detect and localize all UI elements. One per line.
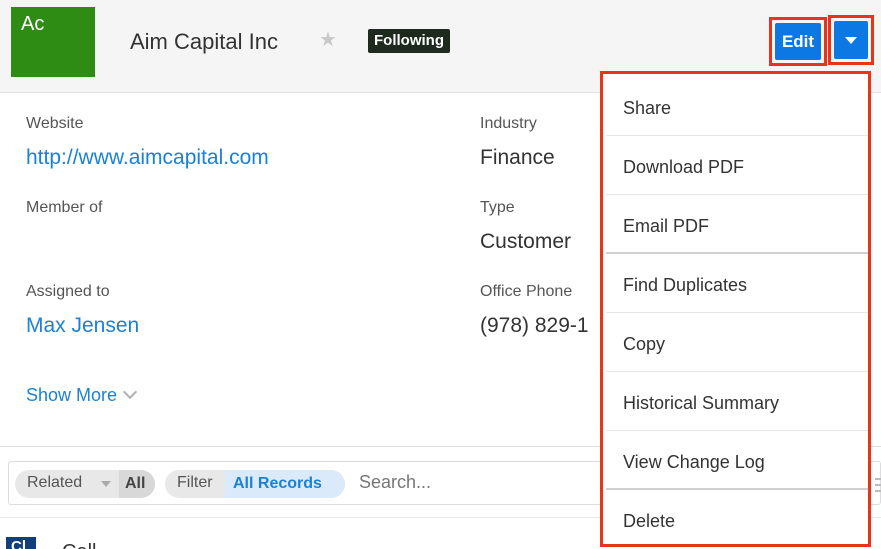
website-link[interactable]: http://www.aimcapital.com	[26, 146, 269, 170]
office-phone-value: (978) 829-1	[480, 314, 589, 337]
menu-item-label: Download PDF	[623, 157, 745, 177]
menu-item-copy[interactable]: Copy	[606, 313, 868, 371]
member-of-label: Member of	[26, 199, 103, 216]
menu-item-label: Share	[623, 98, 672, 118]
industry-value: Finance	[480, 146, 555, 169]
menu-item-find-duplicates[interactable]: Find Duplicates	[606, 254, 868, 312]
menu-item-delete[interactable]: Delete	[606, 490, 868, 548]
assigned-to-link[interactable]: Max Jensen	[26, 314, 139, 338]
type-label: Type	[480, 199, 515, 216]
edit-button[interactable]: Edit	[775, 23, 821, 60]
related-label: Related	[27, 474, 83, 491]
search-input[interactable]	[359, 472, 559, 493]
show-more-label: Show More	[26, 385, 118, 405]
type-value: Customer	[480, 230, 572, 253]
website-label: Website	[26, 115, 84, 132]
menu-item-download-pdf[interactable]: Download PDF	[606, 136, 868, 194]
actions-menu: Share Download PDF Email PDF Find Duplic…	[600, 71, 871, 547]
menu-bars-icon[interactable]	[875, 478, 881, 492]
menu-item-label: Copy	[623, 334, 666, 354]
actions-dropdown-highlight	[828, 15, 874, 65]
record-name: Aim Capital Inc	[130, 29, 278, 54]
office-phone-label: Office Phone	[480, 283, 573, 300]
calls-module-badge: Cl	[6, 537, 36, 549]
menu-item-label: Historical Summary	[623, 393, 780, 413]
show-more-link[interactable]: Show More	[26, 384, 138, 406]
menu-item-historical-summary[interactable]: Historical Summary	[606, 372, 868, 430]
menu-item-share[interactable]: Share	[606, 77, 868, 135]
following-button[interactable]: Following	[368, 29, 450, 53]
menu-item-label: Find Duplicates	[623, 275, 748, 295]
menu-item-label: View Change Log	[623, 452, 765, 472]
chevron-down-icon	[845, 37, 857, 44]
menu-item-email-pdf[interactable]: Email PDF	[606, 195, 868, 253]
related-all-value[interactable]: All	[119, 470, 155, 498]
filter-label: Filter	[177, 474, 213, 491]
menu-item-label: Delete	[623, 511, 676, 531]
related-filter-pill[interactable]: Related All	[15, 470, 155, 498]
menu-item-view-change-log[interactable]: View Change Log	[606, 431, 868, 489]
chevron-down-icon	[122, 384, 138, 400]
actions-dropdown-button[interactable]	[834, 21, 868, 59]
caret-down-icon	[101, 481, 111, 487]
record-avatar: Ac	[11, 7, 95, 77]
filter-all-records[interactable]: All Records	[225, 470, 345, 498]
menu-item-label: Email PDF	[623, 216, 710, 236]
favorite-star-icon[interactable]: ★	[319, 30, 337, 50]
industry-label: Industry	[480, 115, 537, 132]
assigned-to-label: Assigned to	[26, 283, 110, 300]
edit-highlight: Edit	[769, 17, 827, 66]
calls-subpanel-title[interactable]: Call	[62, 541, 96, 549]
records-filter-pill[interactable]: Filter All Records	[165, 470, 345, 498]
